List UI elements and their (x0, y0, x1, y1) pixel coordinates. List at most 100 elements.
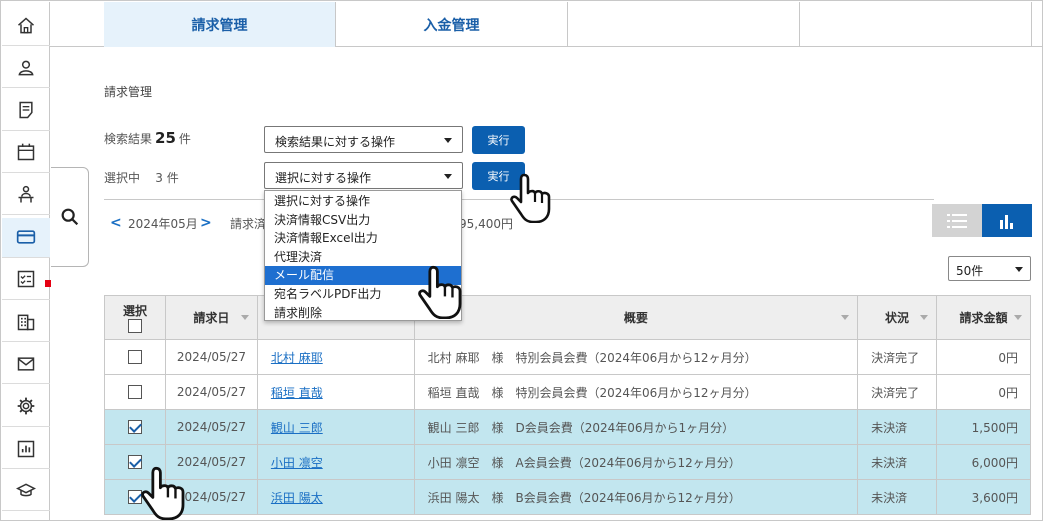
row-checkbox[interactable] (127, 420, 142, 435)
row-status: 決済完了 (857, 339, 938, 375)
row-amount: 1,500円 (936, 409, 1031, 445)
next-month-button[interactable]: > (200, 215, 212, 231)
row-checkbox[interactable] (127, 350, 142, 365)
calendar-icon (17, 144, 35, 161)
sidebar-item-gear[interactable] (2, 387, 50, 427)
sidebar-item-mail[interactable] (2, 344, 50, 385)
graduation-cap-icon (16, 483, 36, 497)
month-label: 2024年05月 (128, 217, 198, 231)
row-select-cell (104, 409, 166, 445)
bar-chart-icon (1000, 214, 1013, 229)
sidebar-item-home[interactable] (2, 6, 50, 46)
sidebar-item-checklist[interactable] (2, 260, 50, 300)
sidebar-item-person-desk[interactable] (2, 175, 50, 216)
row-name-cell: 小田 凛空 (256, 444, 415, 480)
sidebar-item-credit-card[interactable] (2, 217, 50, 258)
hand-cursor-icon (141, 466, 185, 520)
notification-marker (45, 280, 51, 287)
sidebar (2, 2, 50, 520)
status-column-header[interactable]: 状況 (857, 295, 938, 340)
member-name-link[interactable]: 北村 麻耶 (271, 351, 323, 365)
row-status: 未決済 (857, 444, 938, 480)
row-select-cell (104, 374, 166, 410)
hand-cursor-icon (510, 173, 551, 223)
member-name-link[interactable]: 小田 凛空 (271, 456, 323, 470)
row-checkbox[interactable] (127, 385, 142, 400)
tab-billing[interactable]: 請求管理 (104, 2, 336, 47)
sort-icon (1014, 315, 1022, 320)
tab-payments[interactable]: 入金管理 (336, 2, 568, 47)
row-date: 2024/05/27 (164, 409, 258, 445)
result-exec-button[interactable]: 実行 (472, 126, 525, 154)
member-name-link[interactable]: 浜田 陽太 (271, 491, 323, 505)
hand-cursor-icon (418, 265, 462, 319)
caret-down-icon (1015, 267, 1023, 272)
row-name-cell: 稲垣 直哉 (256, 374, 415, 410)
dropdown-item[interactable]: 決済情報CSV出力 (265, 211, 461, 230)
bar-chart-icon (17, 440, 35, 457)
dropdown-item[interactable]: 選択に対する操作 (265, 192, 461, 211)
tab-empty-3[interactable] (568, 2, 800, 47)
table-row[interactable]: 2024/05/27 北村 麻耶 北村 麻耶 様 特別会員会費（2024年06月から… (104, 339, 1031, 375)
row-summary: 北村 麻耶 様 特別会員会費（2024年06月から12ヶ月分） (413, 339, 859, 375)
row-checkbox[interactable] (127, 455, 142, 470)
sidebar-item-graduation-cap[interactable] (2, 471, 50, 512)
per-page-select[interactable]: 50件 (948, 256, 1031, 281)
row-select-cell (104, 339, 166, 375)
per-page-value: 50件 (956, 264, 984, 278)
date-header-label: 請求日 (193, 311, 230, 325)
search-icon (61, 208, 78, 226)
row-checkbox[interactable] (127, 490, 142, 505)
selected-count: 3 件 (155, 171, 179, 185)
row-amount: 6,000円 (936, 444, 1031, 480)
top-tab-bar: 請求管理 入金管理 (50, 2, 1042, 47)
table-row[interactable]: 2024/05/27 浜田 陽太 浜田 陽太 様 B会員会費（2024年06月から1… (104, 479, 1031, 515)
row-status: 未決済 (857, 409, 938, 445)
search-result-summary: 検索結果 25 件 (104, 129, 191, 147)
row-status: 決済完了 (857, 374, 938, 410)
tab-empty-5[interactable] (1032, 2, 1042, 47)
page-title: 請求管理 (104, 85, 153, 99)
search-toggle[interactable] (51, 167, 89, 267)
row-name-cell: 浜田 陽太 (256, 479, 415, 515)
table-row[interactable]: 2024/05/27 稲垣 直哉 稲垣 直哉 様 特別会員会費（2024年06月から… (104, 374, 1031, 410)
user-icon (18, 60, 34, 76)
person-desk-icon (18, 185, 34, 203)
result-action-select[interactable]: 検索結果に対する操作 (264, 126, 463, 153)
sidebar-item-calendar[interactable] (2, 133, 50, 173)
select-all-checkbox[interactable] (127, 319, 142, 334)
selected-label: 選択中 (104, 171, 141, 185)
caret-down-icon (444, 174, 452, 179)
credit-card-icon (16, 230, 36, 244)
prev-month-button[interactable]: < (110, 215, 122, 231)
table-row[interactable]: 2024/05/27 観山 三郎 観山 三郎 様 D会員会費（2024年06月から1… (104, 409, 1031, 445)
sidebar-item-building[interactable] (2, 302, 50, 343)
selection-action-select[interactable]: 選択に対する操作 (264, 162, 463, 189)
dropdown-item[interactable]: 決済情報Excel出力 (265, 229, 461, 248)
date-column-header[interactable]: 請求日 (164, 295, 258, 340)
row-amount: 0円 (936, 339, 1031, 375)
select-column-header: 選択 (104, 295, 166, 340)
app-window: 請求管理 入金管理 請求管理 検索結果 25 件 検索結果に対する操作 実行 選択中… (0, 0, 1043, 521)
sidebar-item-document[interactable] (2, 91, 50, 131)
sidebar-item-bar-chart[interactable] (2, 429, 50, 469)
mail-icon (17, 357, 35, 371)
sort-icon (920, 315, 929, 320)
result-action-value: 検索結果に対する操作 (275, 135, 396, 149)
member-name-link[interactable]: 稲垣 直哉 (271, 386, 323, 400)
caret-down-icon (444, 138, 452, 143)
search-result-count: 25 (155, 129, 176, 147)
billing-summary-total: 95,400円 (459, 217, 513, 231)
summary-column-header[interactable]: 概要 (413, 295, 859, 340)
row-status: 未決済 (857, 479, 938, 515)
amount-column-header[interactable]: 請求金額 (936, 295, 1031, 340)
table-row[interactable]: 2024/05/27 小田 凛空 小田 凛空 様 A会員会費（2024年06月から1… (104, 444, 1031, 480)
row-summary: 稲垣 直哉 様 特別会員会費（2024年06月から12ヶ月分） (413, 374, 859, 410)
list-view-button[interactable] (932, 204, 982, 237)
search-result-label: 検索結果 (104, 132, 153, 146)
tab-empty-4[interactable] (800, 2, 1032, 47)
sidebar-item-user[interactable] (2, 48, 50, 89)
row-amount: 0円 (936, 374, 1031, 410)
member-name-link[interactable]: 観山 三郎 (271, 421, 323, 435)
chart-view-button[interactable] (982, 204, 1032, 237)
